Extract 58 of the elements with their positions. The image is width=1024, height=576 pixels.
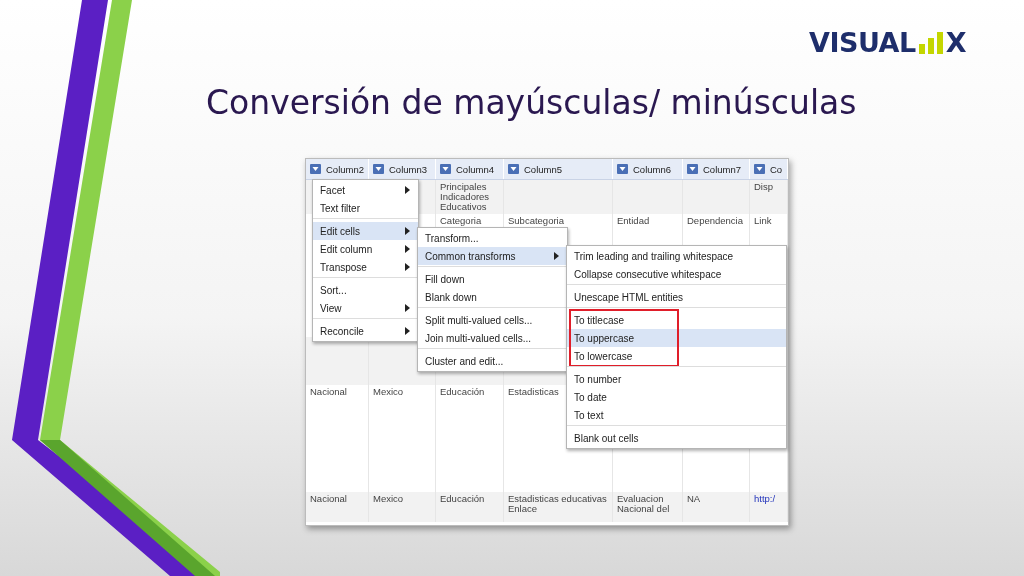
table-cell: Mexico (373, 387, 404, 397)
menu-item[interactable]: Blank out cells (567, 429, 786, 447)
column-header[interactable]: Column4 (436, 159, 504, 179)
menu-item[interactable]: Trim leading and trailing whitespace (567, 247, 786, 265)
dropdown-icon (754, 164, 765, 174)
table-cell: Educación (440, 494, 485, 504)
menu-item[interactable]: Split multi-valued cells... (418, 311, 567, 329)
menu-item[interactable]: Cluster and edit... (418, 352, 567, 370)
table-cell: Educación (440, 387, 485, 397)
logo-text: X (945, 30, 966, 56)
menu-item[interactable]: Fill down (418, 270, 567, 288)
menu-item[interactable]: To number (567, 370, 786, 388)
menu-item[interactable]: Common transforms (418, 247, 567, 265)
menu-item[interactable]: Text filter (313, 199, 418, 217)
column-header[interactable]: Column5 (504, 159, 613, 179)
menu-item[interactable]: Transform... (418, 229, 567, 247)
menu-item[interactable]: Transpose (313, 258, 418, 276)
table-cell-text: Evaluacion Nacional del (617, 494, 671, 514)
table-cell: Mexico (373, 494, 404, 504)
slide-title: Conversión de mayúsculas/ minúsculas (206, 82, 858, 124)
dropdown-icon (310, 164, 321, 174)
menu-item[interactable]: Reconcile (313, 322, 418, 340)
table-cell-text: Principales Indicadores Educativos (440, 182, 491, 212)
table-cell: Subcategoria (508, 216, 564, 226)
table-cell: NA (687, 494, 701, 504)
menu-item[interactable]: Facet (313, 181, 418, 199)
dropdown-icon (617, 164, 628, 174)
table-cell: Categoria (440, 216, 482, 226)
table-cell: Entidad (617, 216, 650, 226)
table-cell: Nacional (310, 387, 347, 397)
table-cell: Disp (754, 182, 773, 192)
table-cell: Nacional (310, 494, 347, 504)
menu-item[interactable]: Unescape HTML entities (567, 288, 786, 306)
table-cell: Link (754, 216, 772, 226)
dropdown-icon (373, 164, 384, 174)
dropdown-icon (687, 164, 698, 174)
logo-text: VISUAL (809, 30, 916, 56)
menu-item[interactable]: Blank down (418, 288, 567, 306)
menu-item[interactable]: View (313, 299, 418, 317)
menu-item[interactable]: Sort... (313, 281, 418, 299)
menu-item[interactable]: To text (567, 406, 786, 424)
menu-item[interactable]: Join multi-valued cells... (418, 329, 567, 347)
menu-item[interactable]: To titlecase (567, 311, 786, 329)
menu-item[interactable]: To date (567, 388, 786, 406)
menu-item[interactable]: Collapse consecutive whitespace (567, 265, 786, 283)
column-header[interactable]: Co (750, 159, 788, 179)
dropdown-icon (440, 164, 451, 174)
table-cell: Estadisticas (508, 387, 559, 397)
bar-chart-icon (918, 32, 943, 54)
column-header[interactable]: Column6 (613, 159, 683, 179)
menu-item[interactable]: Edit column (313, 240, 418, 258)
menu-item[interactable]: Edit cells (313, 222, 418, 240)
table-cell: Dependencia (687, 216, 743, 226)
table-cell: Estadisticas educativas Enlace (508, 494, 608, 514)
dropdown-icon (508, 164, 519, 174)
link[interactable]: http:/ (754, 494, 776, 504)
column-header[interactable]: Column7 (683, 159, 750, 179)
menu-item[interactable]: To uppercase (567, 329, 786, 347)
